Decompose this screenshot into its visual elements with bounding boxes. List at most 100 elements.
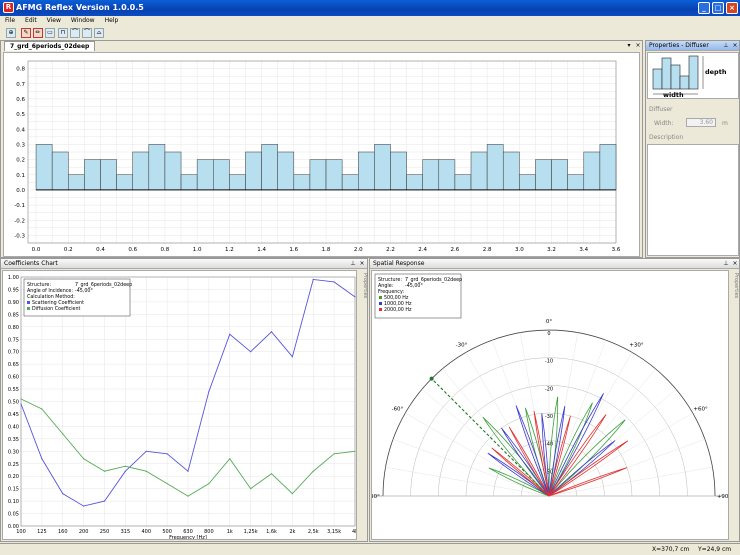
- y-tick-label: 0.6: [16, 97, 25, 103]
- spatial-pin-icon[interactable]: ⊥: [722, 259, 730, 268]
- y-tick-label: 0.75: [8, 337, 19, 343]
- toolbar: ⊕ ✎ ✏ ▭ ⊓ ⌒ ⌒ ⌓: [0, 27, 740, 39]
- y-tick-label: 0.35: [8, 437, 19, 443]
- close-button[interactable]: ×: [726, 2, 738, 14]
- coeff-close-icon[interactable]: ×: [358, 259, 366, 268]
- info-angle-label: Angle:: [378, 283, 394, 289]
- structure-plot[interactable]: 0.8 0.7 0.6 0.5 0.4 0.3 0.2 0.1 0.0 -0.1 -0.2 -0.3 0…: [3, 52, 640, 257]
- polar-spoke: [405, 412, 550, 497]
- spatial-close-icon[interactable]: ×: [731, 259, 739, 268]
- structure-well: [341, 174, 359, 191]
- menu-file[interactable]: File: [0, 16, 20, 25]
- data-point: [250, 488, 252, 490]
- window-title: AFMG Reflex Version 1.0.0.5: [16, 3, 144, 12]
- status-y: Y=24,9 cm: [698, 546, 732, 553]
- polar-spoke: [548, 466, 713, 497]
- shape-arc-icon[interactable]: ⌒: [70, 28, 80, 38]
- data-point: [124, 470, 126, 472]
- polar-spoke: [392, 439, 550, 497]
- maximize-button[interactable]: □: [712, 2, 724, 14]
- tab-structure[interactable]: 7_grd_6periods_02deep: [4, 41, 96, 51]
- x-tick-label: 125: [37, 529, 47, 535]
- x-tick-label: 2k: [289, 529, 295, 535]
- structure-well: [599, 144, 617, 191]
- structure-well: [213, 159, 230, 191]
- edit-tool-icon[interactable]: ✎: [21, 28, 31, 38]
- shape-hump-icon[interactable]: ⌒: [82, 28, 92, 38]
- data-point: [291, 356, 293, 358]
- angle-label: +90°: [717, 494, 729, 500]
- angle-label: -30°: [456, 342, 468, 348]
- legend-label: Scattering Coefficient: [32, 300, 84, 306]
- info-structure: 7_grd_6periods_02deep: [405, 277, 462, 283]
- coefficients-chart[interactable]: 1.00 0.95 0.90 0.85 0.80 0.75 0.70 0.65 0.60 0.55…: [2, 270, 357, 540]
- data-point: [291, 493, 293, 495]
- structure-well: [148, 144, 166, 191]
- x-tick-label: 2,5k: [308, 529, 319, 535]
- info-structure-label: Structure:: [27, 282, 51, 288]
- y-tick-label: 0.70: [8, 350, 19, 356]
- info-angle: -45,00°: [405, 283, 423, 289]
- rectangle-tool-icon[interactable]: ▭: [45, 28, 55, 38]
- x-tick-label: 0.2: [64, 247, 73, 253]
- spatial-properties-tab[interactable]: Properties: [729, 273, 739, 323]
- structure-well: [502, 151, 520, 191]
- structure-well: [454, 174, 472, 191]
- structure-well: [470, 151, 488, 191]
- width-input[interactable]: 3.60: [686, 118, 716, 127]
- data-point: [62, 433, 64, 435]
- y-tick-label: -0.1: [14, 203, 25, 209]
- legend-label: 2000,00 Hz: [384, 307, 412, 313]
- coeff-properties-tab[interactable]: Properties: [358, 273, 368, 323]
- menu-help[interactable]: Help: [100, 16, 124, 25]
- structure-well: [68, 174, 85, 191]
- radial-label: -30: [545, 414, 553, 420]
- minimize-button[interactable]: _: [698, 2, 710, 14]
- structure-well: [583, 151, 601, 191]
- data-point: [83, 458, 85, 460]
- shape-wells-icon[interactable]: ⊓: [58, 28, 68, 38]
- data-point: [229, 333, 231, 335]
- structure-well: [551, 159, 568, 191]
- spatial-title: Spatial Response: [370, 259, 739, 269]
- panel-menu-icon[interactable]: ▾: [625, 41, 633, 50]
- structure-well: [535, 159, 552, 191]
- angle-label: 0°: [546, 319, 552, 325]
- structure-well: [229, 174, 246, 191]
- menu-window[interactable]: Window: [66, 16, 100, 25]
- y-tick-label: 0.5: [16, 112, 25, 118]
- data-point: [103, 470, 106, 472]
- data-point: [208, 483, 210, 485]
- zoom-tool-icon[interactable]: ⊕: [6, 28, 16, 38]
- shape-dome-icon[interactable]: ⌓: [94, 28, 104, 38]
- spatial-response-chart[interactable]: -90°-60°-30°0°+30°+60°+90°0-10-20-30-40-…: [371, 270, 729, 540]
- data-point: [354, 296, 356, 298]
- title-bar: R AFMG Reflex Version 1.0.0.5 _ □ ×: [0, 0, 740, 16]
- x-tick-label: 3.2: [547, 247, 556, 253]
- data-point: [145, 470, 147, 472]
- legend-label: Diffusion Coefficient: [32, 306, 81, 312]
- x-tick-label: 400: [141, 529, 151, 535]
- data-point: [312, 470, 314, 472]
- menu-view[interactable]: View: [42, 16, 66, 25]
- properties-pin-icon[interactable]: ⊥: [722, 41, 730, 50]
- y-tick-label: 0.60: [8, 375, 19, 381]
- y-tick-label: 0.30: [8, 449, 19, 455]
- coefficients-title: Coefficients Chart: [1, 259, 367, 269]
- width-label: width: [663, 91, 684, 99]
- pen-tool-icon[interactable]: ✏: [33, 28, 43, 38]
- diffuser-diagram: depth width: [647, 52, 739, 99]
- structure-well: [357, 151, 375, 191]
- legend-swatch: [379, 308, 382, 311]
- radial-label: -10: [545, 359, 553, 365]
- structure-well: [261, 144, 278, 191]
- menu-edit[interactable]: Edit: [20, 16, 42, 25]
- coeff-pin-icon[interactable]: ⊥: [349, 259, 357, 268]
- x-tick-label: 2.0: [354, 247, 363, 253]
- properties-close-icon[interactable]: ×: [731, 41, 739, 50]
- section-diffuser: Diffuser: [649, 106, 673, 113]
- description-textarea[interactable]: [647, 144, 739, 256]
- structure-well: [51, 151, 69, 191]
- panel-close-icon[interactable]: ×: [634, 41, 642, 50]
- data-point: [103, 500, 106, 502]
